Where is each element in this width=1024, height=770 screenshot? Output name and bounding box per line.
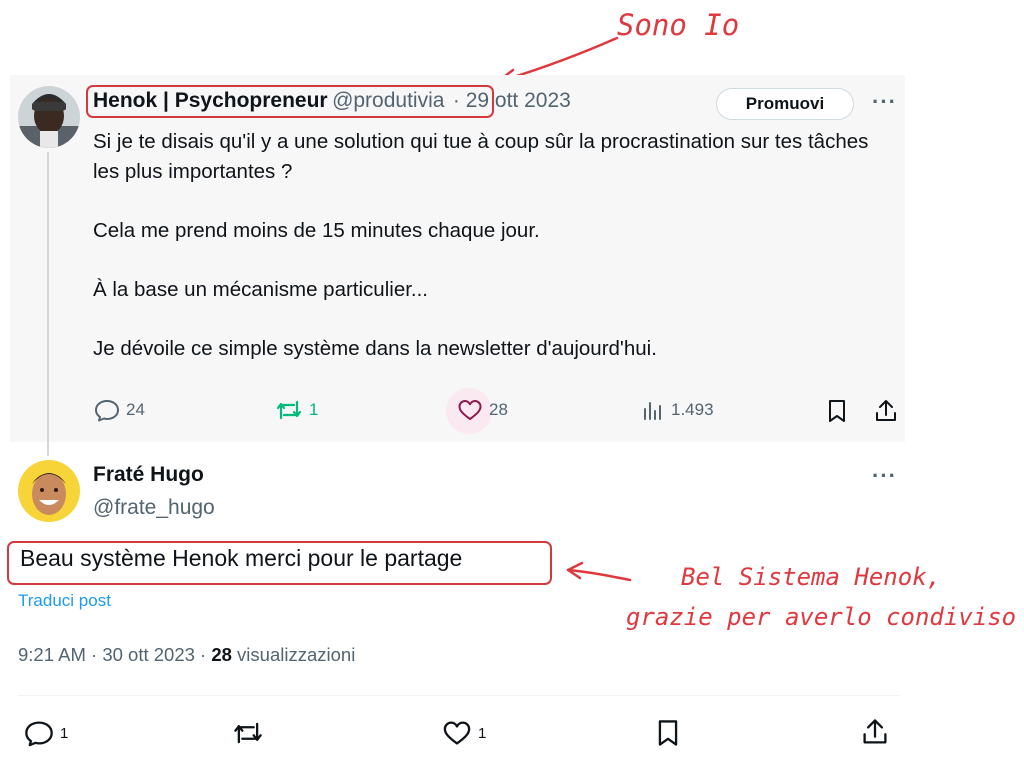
reply-icon (95, 400, 119, 422)
reply-views-label: visualizzazioni (231, 644, 356, 665)
tweet-paragraph: Je dévoile ce simple système dans la new… (93, 337, 657, 360)
like-action[interactable]: 28 (457, 398, 508, 422)
author-handle[interactable]: @produtivia (332, 89, 444, 112)
share-icon (863, 719, 887, 744)
views-count: 1.493 (671, 400, 714, 419)
analytics-icon (644, 402, 661, 420)
bookmark-action[interactable] (826, 398, 848, 429)
annotation-translation-line2: grazie per averlo condiviso (626, 603, 1017, 631)
author-name[interactable]: Henok | Psychopreneur (93, 89, 328, 112)
reply-more-options-icon[interactable]: ··· (872, 463, 897, 489)
reply-reply-action[interactable]: 1 (24, 719, 68, 747)
reply-body: Beau système Henok merci pour le partage (20, 545, 463, 571)
reply-count: 24 (126, 400, 145, 419)
translate-post-link[interactable]: Traduci post (18, 591, 111, 611)
reply-icon (25, 721, 53, 747)
reply-author-name[interactable]: Fraté Hugo (93, 463, 204, 487)
retweet-action[interactable]: 1 (275, 398, 318, 422)
author-avatar-henok[interactable] (18, 86, 80, 148)
annotation-sono-io: Sono Io (617, 8, 740, 42)
like-count: 28 (489, 400, 508, 419)
more-options-icon[interactable]: ··· (872, 89, 897, 115)
tweet-paragraph: Cela me prend moins de 15 minutes chaque… (93, 219, 540, 242)
share-icon (876, 400, 896, 421)
reply-like-count: 1 (478, 724, 487, 742)
share-action[interactable] (874, 398, 898, 429)
reply-share-action[interactable] (861, 717, 889, 752)
retweet-icon (276, 400, 302, 420)
reply-meta: 9:21 AM · 30 ott 2023 · 28 visualizzazio… (18, 644, 355, 666)
divider (18, 695, 900, 696)
tweet-body: Si je te disais qu'il y a une solution q… (93, 127, 893, 364)
reply-author-handle[interactable]: @frate_hugo (93, 496, 215, 520)
reply-timestamp[interactable]: 9:21 AM · 30 ott 2023 · (18, 644, 211, 665)
thread-connector-line (47, 152, 49, 456)
bookmark-icon (658, 720, 678, 746)
bookmark-icon (829, 400, 845, 422)
heart-icon (443, 721, 471, 745)
tweet-paragraph: Si je te disais qu'il y a une solution q… (93, 130, 869, 183)
heart-icon (458, 400, 482, 420)
author-avatar-frate[interactable] (18, 460, 80, 522)
reply-retweet-action[interactable] (232, 719, 264, 752)
tweet-date[interactable]: · 29 ott 2023 (453, 89, 571, 112)
promote-button[interactable]: Promuovi (716, 88, 854, 120)
annotation-arrow-side (566, 561, 632, 582)
reply-action[interactable]: 24 (94, 398, 145, 422)
views-action[interactable]: 1.493 (641, 398, 714, 422)
reply-views-count: 28 (211, 644, 232, 665)
author-header: Henok | Psychopreneur @produtivia · 29 o… (93, 89, 571, 113)
retweet-icon (234, 722, 262, 744)
annotation-translation-line1: Bel Sistema Henok, (681, 563, 942, 591)
reply-like-action[interactable]: 1 (442, 719, 486, 747)
reply-reply-count: 1 (60, 724, 69, 742)
tweet-paragraph: À la base un mécanisme particulier... (93, 278, 428, 301)
reply-bookmark-action[interactable] (655, 718, 681, 753)
retweet-count: 1 (309, 400, 319, 419)
